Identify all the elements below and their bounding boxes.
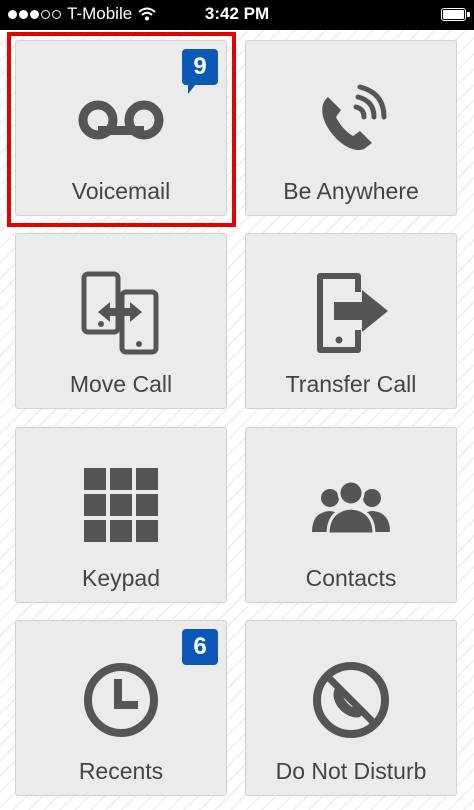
voicemail-label: Voicemail [71,178,171,204]
contacts-label: Contacts [305,565,397,591]
move-call-label: Move Call [69,371,173,397]
recents-count-badge: 6 [182,629,218,665]
be-anywhere-label: Be Anywhere [283,178,419,204]
status-bar: T-Mobile 3:42 PM [0,0,474,30]
move-call-tile[interactable]: Move Call [15,233,227,409]
keypad-icon [76,462,166,552]
do-not-disturb-label: Do Not Disturb [275,758,427,784]
battery-icon [441,8,470,21]
transfer-call-label: Transfer Call [285,371,417,397]
do-not-disturb-icon [306,655,396,745]
keypad-tile[interactable]: Keypad [15,427,227,603]
contacts-tile[interactable]: Contacts [245,427,457,603]
phone-ringing-icon [306,75,396,165]
be-anywhere-tile[interactable]: Be Anywhere [245,40,457,216]
recents-label: Recents [78,758,164,784]
keypad-label: Keypad [81,565,160,591]
voicemail-icon [76,75,166,165]
transfer-call-tile[interactable]: Transfer Call [245,233,457,409]
clock-icon [76,655,166,745]
do-not-disturb-tile[interactable]: Do Not Disturb [245,620,457,796]
voicemail-tile[interactable]: 9 Voicemail [15,40,227,216]
contacts-icon [306,462,396,552]
status-time: 3:42 PM [204,4,270,23]
move-call-icon [76,268,166,358]
recents-tile[interactable]: 6 Recents [15,620,227,796]
voicemail-count-badge: 9 [182,49,218,94]
transfer-call-icon [306,268,396,358]
